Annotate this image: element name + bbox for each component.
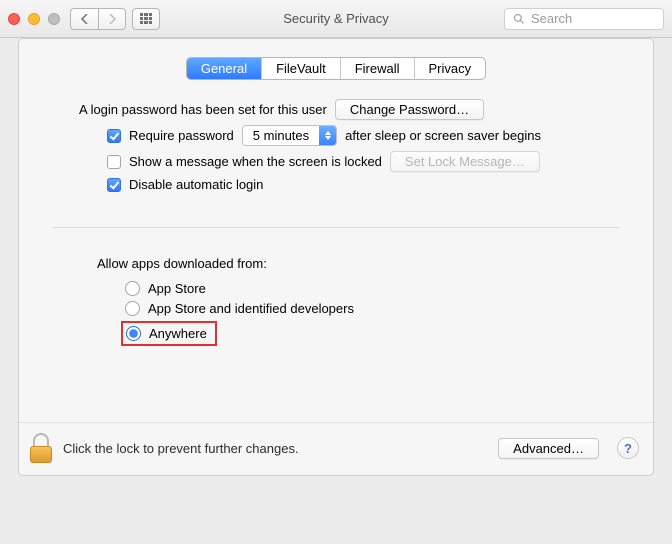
disable-auto-login-checkbox[interactable] bbox=[107, 178, 121, 192]
zoom-icon[interactable] bbox=[48, 13, 60, 25]
radio-app-store-label: App Store bbox=[148, 281, 206, 296]
tabs-segmented: General FileVault Firewall Privacy bbox=[186, 57, 486, 80]
radio-anywhere[interactable] bbox=[126, 326, 141, 341]
forward-button[interactable] bbox=[98, 8, 126, 30]
radio-identified[interactable] bbox=[125, 301, 140, 316]
gatekeeper-heading: Allow apps downloaded from: bbox=[97, 256, 619, 271]
show-all-button[interactable] bbox=[132, 8, 160, 30]
help-button[interactable]: ? bbox=[617, 437, 639, 459]
tabs-row: General FileVault Firewall Privacy bbox=[19, 39, 653, 88]
window-controls bbox=[8, 13, 60, 25]
require-password-checkbox[interactable] bbox=[107, 129, 121, 143]
anywhere-highlight-box: Anywhere bbox=[121, 321, 217, 346]
tab-filevault[interactable]: FileVault bbox=[262, 58, 341, 79]
titlebar: Security & Privacy Search bbox=[0, 0, 672, 38]
search-input[interactable]: Search bbox=[504, 8, 664, 30]
tab-general[interactable]: General bbox=[187, 58, 262, 79]
change-password-button[interactable]: Change Password… bbox=[335, 99, 484, 120]
nav-buttons bbox=[70, 8, 126, 30]
back-button[interactable] bbox=[70, 8, 98, 30]
radio-anywhere-label: Anywhere bbox=[149, 326, 207, 341]
radio-identified-label: App Store and identified developers bbox=[148, 301, 354, 316]
lock-icon[interactable] bbox=[29, 433, 53, 463]
grid-icon bbox=[140, 13, 152, 25]
disable-auto-login-label: Disable automatic login bbox=[129, 177, 263, 192]
lock-text: Click the lock to prevent further change… bbox=[63, 441, 488, 456]
after-sleep-text: after sleep or screen saver begins bbox=[345, 128, 541, 143]
show-message-label: Show a message when the screen is locked bbox=[129, 154, 382, 169]
tab-privacy[interactable]: Privacy bbox=[415, 58, 486, 79]
require-password-label: Require password bbox=[129, 128, 234, 143]
stepper-icon bbox=[319, 126, 336, 145]
tab-firewall[interactable]: Firewall bbox=[341, 58, 415, 79]
set-lock-message-button: Set Lock Message… bbox=[390, 151, 540, 172]
gatekeeper-section: Allow apps downloaded from: App Store Ap… bbox=[19, 228, 653, 361]
radio-app-store[interactable] bbox=[125, 281, 140, 296]
advanced-button[interactable]: Advanced… bbox=[498, 438, 599, 459]
footer: Click the lock to prevent further change… bbox=[19, 422, 653, 475]
login-section: A login password has been set for this u… bbox=[19, 88, 653, 213]
close-icon[interactable] bbox=[8, 13, 20, 25]
password-set-text: A login password has been set for this u… bbox=[79, 102, 327, 117]
search-placeholder: Search bbox=[531, 11, 572, 26]
password-delay-select[interactable]: 5 minutes bbox=[242, 125, 337, 146]
search-icon bbox=[513, 13, 525, 25]
window-title: Security & Privacy bbox=[283, 11, 388, 26]
minimize-icon[interactable] bbox=[28, 13, 40, 25]
show-message-checkbox[interactable] bbox=[107, 155, 121, 169]
password-delay-value: 5 minutes bbox=[243, 126, 319, 145]
preferences-pane: General FileVault Firewall Privacy A log… bbox=[18, 38, 654, 476]
